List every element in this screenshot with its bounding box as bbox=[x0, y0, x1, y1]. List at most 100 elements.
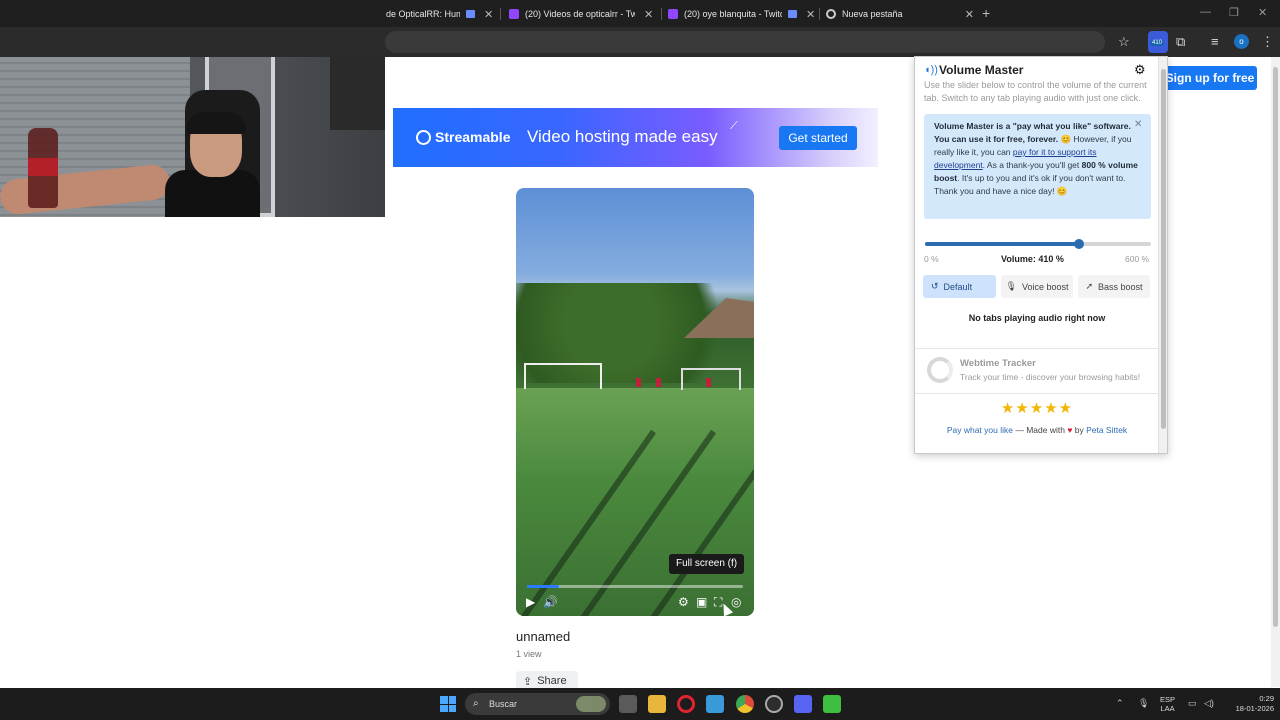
settings-gear-icon[interactable]: ⚙ bbox=[678, 595, 689, 609]
streamable-ad-banner[interactable]: Streamable Video hosting made easy ⟋ Get… bbox=[393, 108, 878, 167]
speaker-icon[interactable]: ◁) bbox=[1204, 698, 1214, 709]
chevron-up-icon[interactable]: ⌃ bbox=[1116, 698, 1124, 709]
tab-separator bbox=[661, 8, 662, 20]
network-icon[interactable]: ▭ bbox=[1188, 698, 1197, 709]
person-cap bbox=[186, 112, 246, 134]
share-icon: ⇪ bbox=[523, 675, 533, 688]
soda-bottle-label bbox=[28, 158, 58, 176]
file-explorer-icon[interactable] bbox=[648, 695, 666, 713]
extensions-puzzle-icon[interactable]: ⧉ bbox=[1176, 34, 1185, 50]
tab-nueva-pestana[interactable]: Nueva pestaña ✕ bbox=[826, 4, 974, 24]
share-label: Share bbox=[537, 675, 567, 687]
minimize-icon[interactable]: — bbox=[1200, 6, 1211, 18]
video-progress-bar[interactable] bbox=[527, 585, 743, 588]
video-player-figure bbox=[706, 378, 711, 387]
chrome-icon bbox=[826, 9, 836, 19]
system-clock[interactable]: 0:29 18-01-2026 bbox=[1222, 694, 1274, 714]
streamable-icon[interactable]: ◎ bbox=[731, 595, 741, 609]
settings-gear-icon[interactable]: ⚙ bbox=[1134, 62, 1146, 78]
play-icon[interactable]: ▶ bbox=[526, 595, 535, 609]
video-player[interactable]: ▶ 🔊 ⚙ ▣ ⛶ ◎ bbox=[516, 188, 754, 616]
webtime-tracker-icon[interactable] bbox=[927, 357, 953, 383]
notice-text: . As a thank-you you'll get bbox=[982, 160, 1082, 170]
app-f-icon[interactable] bbox=[706, 695, 724, 713]
popup-description: Use the slider below to control the volu… bbox=[924, 80, 1147, 103]
banner-tagline: Video hosting made easy bbox=[527, 127, 718, 146]
voice-boost-label: Voice boost bbox=[1021, 281, 1069, 292]
tab-separator bbox=[500, 8, 501, 20]
tab-title: (20) Videos de opticalrr - Twitch bbox=[525, 9, 635, 19]
tab-audio-icon[interactable] bbox=[788, 10, 797, 18]
footer-text: by bbox=[1072, 425, 1087, 435]
popup-scrollbar[interactable] bbox=[1158, 57, 1167, 453]
get-started-button[interactable]: Get started bbox=[779, 126, 857, 150]
notice-text: . It's up to you and it's ok if you don'… bbox=[934, 173, 1126, 196]
slider-max-label: 600 % bbox=[1125, 254, 1150, 264]
app-green-icon[interactable] bbox=[823, 695, 841, 713]
slider-min-label: 0 % bbox=[924, 254, 939, 264]
maximize-icon[interactable]: ❐ bbox=[1229, 6, 1239, 19]
picture-in-picture-icon[interactable]: ▣ bbox=[696, 595, 707, 609]
popup-footer: Pay what you like — Made with ♥ by Peta … bbox=[915, 425, 1159, 435]
tab-videos-opticalrr[interactable]: (20) Videos de opticalrr - Twitch ✕ bbox=[509, 4, 659, 24]
windows-start-icon[interactable] bbox=[440, 696, 456, 712]
chrome-icon[interactable] bbox=[736, 695, 754, 713]
start-icon-pane bbox=[440, 704, 448, 712]
pay-what-you-like-link[interactable]: Pay what you like bbox=[947, 425, 1013, 435]
webtime-tracker-description: Track your time - discover your browsing… bbox=[960, 372, 1141, 382]
clock-time: 0:29 bbox=[1259, 694, 1274, 703]
streamable-logo-text: Streamable bbox=[435, 129, 511, 145]
scrollbar-thumb[interactable] bbox=[1161, 69, 1166, 429]
tab-separator bbox=[819, 8, 820, 20]
author-link[interactable]: Peta Sittek bbox=[1086, 425, 1127, 435]
volume-readout: Volume: 410 % bbox=[1001, 254, 1064, 264]
start-icon-pane bbox=[440, 696, 448, 704]
pay-what-you-like-notice: Volume Master is a "pay what you like" s… bbox=[924, 114, 1151, 219]
scrollbar-thumb[interactable] bbox=[1273, 67, 1278, 627]
close-icon[interactable]: ✕ bbox=[965, 8, 974, 21]
start-icon-pane bbox=[448, 704, 456, 712]
sign-up-button[interactable]: Sign up for free bbox=[1163, 66, 1257, 90]
new-tab-button[interactable]: + bbox=[982, 5, 990, 21]
volume-slider[interactable] bbox=[925, 239, 1151, 249]
microphone-icon[interactable]: 🎙 bbox=[1138, 698, 1149, 709]
menu-kebab-icon[interactable]: ⋮ bbox=[1261, 34, 1274, 50]
bass-boost-label: Bass boost bbox=[1098, 281, 1143, 292]
opera-icon[interactable] bbox=[677, 695, 695, 713]
webtime-tracker-title[interactable]: Webtime Tracker bbox=[960, 358, 1036, 369]
volume-slider-handle[interactable] bbox=[1074, 239, 1085, 249]
tab-opticalrr-humor[interactable]: de OpticalRR: Humor ✕ bbox=[386, 4, 496, 24]
close-window-icon[interactable]: ✕ bbox=[1258, 6, 1267, 19]
bass-boost-button[interactable]: ➚ Bass boost bbox=[1078, 275, 1150, 298]
discord-icon[interactable] bbox=[794, 695, 812, 713]
video-player-figure bbox=[656, 378, 661, 387]
taskbar-search[interactable]: ⌕ Buscar bbox=[465, 693, 610, 715]
task-view-icon[interactable] bbox=[619, 695, 637, 713]
address-bar[interactable] bbox=[385, 31, 1105, 53]
close-icon[interactable]: ✕ bbox=[644, 8, 653, 21]
popup-title: Volume Master bbox=[939, 63, 1024, 77]
media-control-icon[interactable]: ≡ bbox=[1211, 34, 1219, 49]
search-icon: ⌕ bbox=[473, 698, 479, 709]
language-indicator[interactable]: ESP LAA bbox=[1160, 695, 1175, 713]
rating-stars[interactable]: ★★★★★ bbox=[915, 399, 1159, 417]
tab-audio-icon[interactable] bbox=[466, 10, 475, 18]
volume-icon[interactable]: 🔊 bbox=[543, 595, 558, 609]
tab-oye-blanquita[interactable]: (20) oye blanquita - Twitch ✕ bbox=[668, 4, 816, 24]
video-title: unnamed bbox=[516, 629, 571, 644]
no-tabs-message: No tabs playing audio right now bbox=[968, 313, 1106, 323]
default-preset-button[interactable]: ↺ Default bbox=[923, 275, 996, 298]
divider bbox=[915, 348, 1159, 349]
close-icon[interactable]: ✕ bbox=[806, 8, 815, 21]
obs-icon[interactable] bbox=[765, 695, 783, 713]
browser-tab-bar: de OpticalRR: Humor ✕ (20) Videos de opt… bbox=[0, 0, 1280, 27]
language-bottom: LAA bbox=[1160, 704, 1175, 713]
voice-boost-button[interactable]: 🎙 Voice boost bbox=[1001, 275, 1073, 298]
rocket-icon: ➚ bbox=[1085, 281, 1093, 291]
bookmark-star-icon[interactable]: ☆ bbox=[1118, 34, 1130, 50]
page-scrollbar[interactable] bbox=[1271, 57, 1280, 687]
close-icon[interactable]: ✕ bbox=[484, 8, 493, 21]
close-icon[interactable]: ✕ bbox=[1134, 119, 1142, 130]
tab-title: de OpticalRR: Humor bbox=[386, 9, 460, 19]
profile-avatar[interactable]: o bbox=[1234, 34, 1249, 49]
